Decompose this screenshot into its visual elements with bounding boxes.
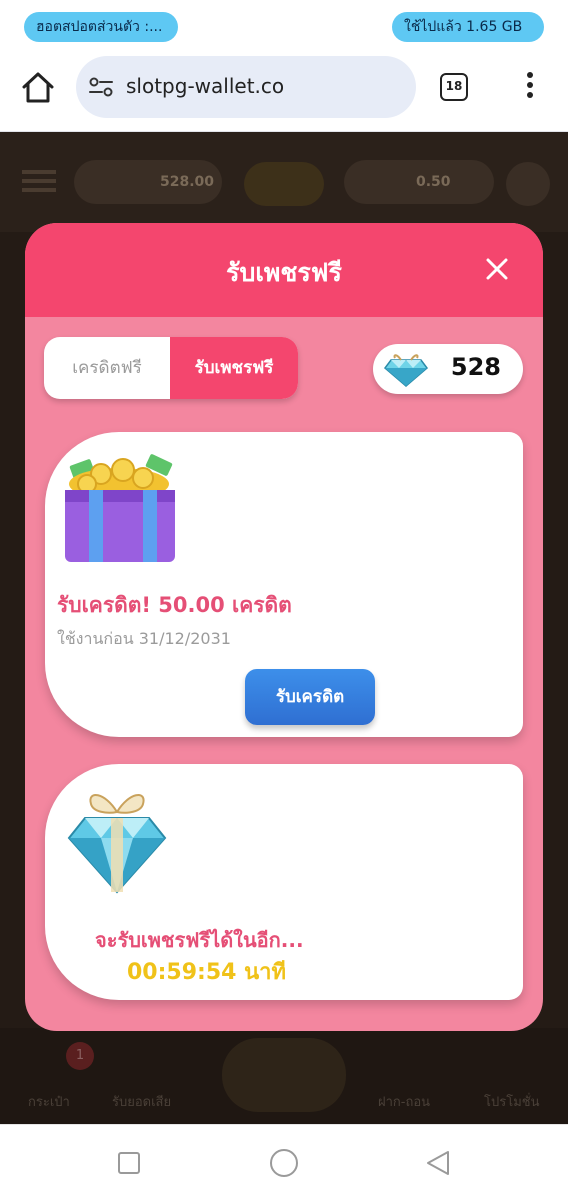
game-balance-chip: 528.00 (74, 160, 222, 204)
nav-badge: 1 (66, 1042, 94, 1070)
data-usage-indicator[interactable]: ใช้ไปแล้ว 1.65 GB (392, 12, 544, 42)
nav-item-cashback: รับยอดเสีย (112, 1095, 172, 1110)
browser-toolbar: slotpg-wallet.co 18 (0, 50, 568, 132)
back-icon[interactable] (424, 1149, 452, 1177)
home-icon[interactable] (18, 68, 58, 108)
tabs-icon[interactable]: 18 (440, 73, 468, 101)
nav-item-wallet: กระเป๋า (28, 1095, 70, 1110)
url-text: slotpg-wallet.co (126, 74, 285, 98)
tab-free-credit[interactable]: เครดิตฟรี (44, 337, 170, 399)
hotspot-indicator[interactable]: ฮอตสปอตส่วนตัว :... (24, 12, 178, 42)
recents-icon[interactable] (118, 1152, 140, 1174)
nav-logo (222, 1038, 346, 1112)
close-icon[interactable] (485, 257, 509, 281)
profile-icon (506, 162, 550, 206)
modal-tabs: เครดิตฟรี รับเพชรฟรี (44, 337, 298, 399)
countdown-label: จะรับเพชรฟรีได้ในอีก... (95, 928, 304, 952)
claim-credit-button[interactable]: รับเครดิต (245, 669, 375, 725)
status-bar: ฮอตสปอตส่วนตัว :... ใช้ไปแล้ว 1.65 GB (0, 0, 568, 50)
diamond-gift-icon (67, 794, 167, 894)
address-bar[interactable]: slotpg-wallet.co (76, 56, 416, 118)
modal-title: รับเพชรฟรี (226, 258, 342, 287)
free-diamond-modal: รับเพชรฟรี เครดิตฟรี รับเพชรฟรี 528 รับเ… (25, 223, 543, 1031)
countdown-timer: 00:59:54 นาที (127, 960, 286, 985)
diamond-balance-value: 528 (450, 353, 501, 381)
tab-free-diamond[interactable]: รับเพชรฟรี (170, 337, 298, 399)
credit-title: รับเครดิต! 50.00 เครดิต (57, 593, 292, 617)
game-coin-chip: 0.50 (344, 160, 494, 204)
site-settings-icon[interactable] (88, 74, 114, 100)
hamburger-icon (22, 170, 56, 192)
gift-box-icon (65, 454, 175, 562)
diamond-balance: 528 (373, 344, 523, 394)
diamond-icon (383, 354, 429, 387)
home-button-icon[interactable] (270, 1149, 298, 1177)
game-header: 528.00 0.50 (0, 132, 568, 232)
modal-header: รับเพชรฟรี (25, 223, 543, 317)
credit-expiry: ใช้งานก่อน 31/12/2031 (57, 629, 231, 648)
game-logo (244, 162, 324, 206)
nav-item-deposit: ฝาก-ถอน (378, 1095, 431, 1110)
diamond-countdown-card: จะรับเพชรฟรีได้ในอีก... 00:59:54 นาที (45, 764, 523, 1000)
credit-card: รับเครดิต! 50.00 เครดิต ใช้งานก่อน 31/12… (45, 432, 523, 737)
game-nav: 1 กระเป๋า รับยอดเสีย ฝาก-ถอน โปรโมชั่น (0, 1028, 568, 1124)
system-nav-bar (0, 1124, 568, 1200)
more-menu-icon[interactable] (518, 68, 542, 108)
nav-item-promotion: โปรโมชั่น (484, 1095, 540, 1110)
